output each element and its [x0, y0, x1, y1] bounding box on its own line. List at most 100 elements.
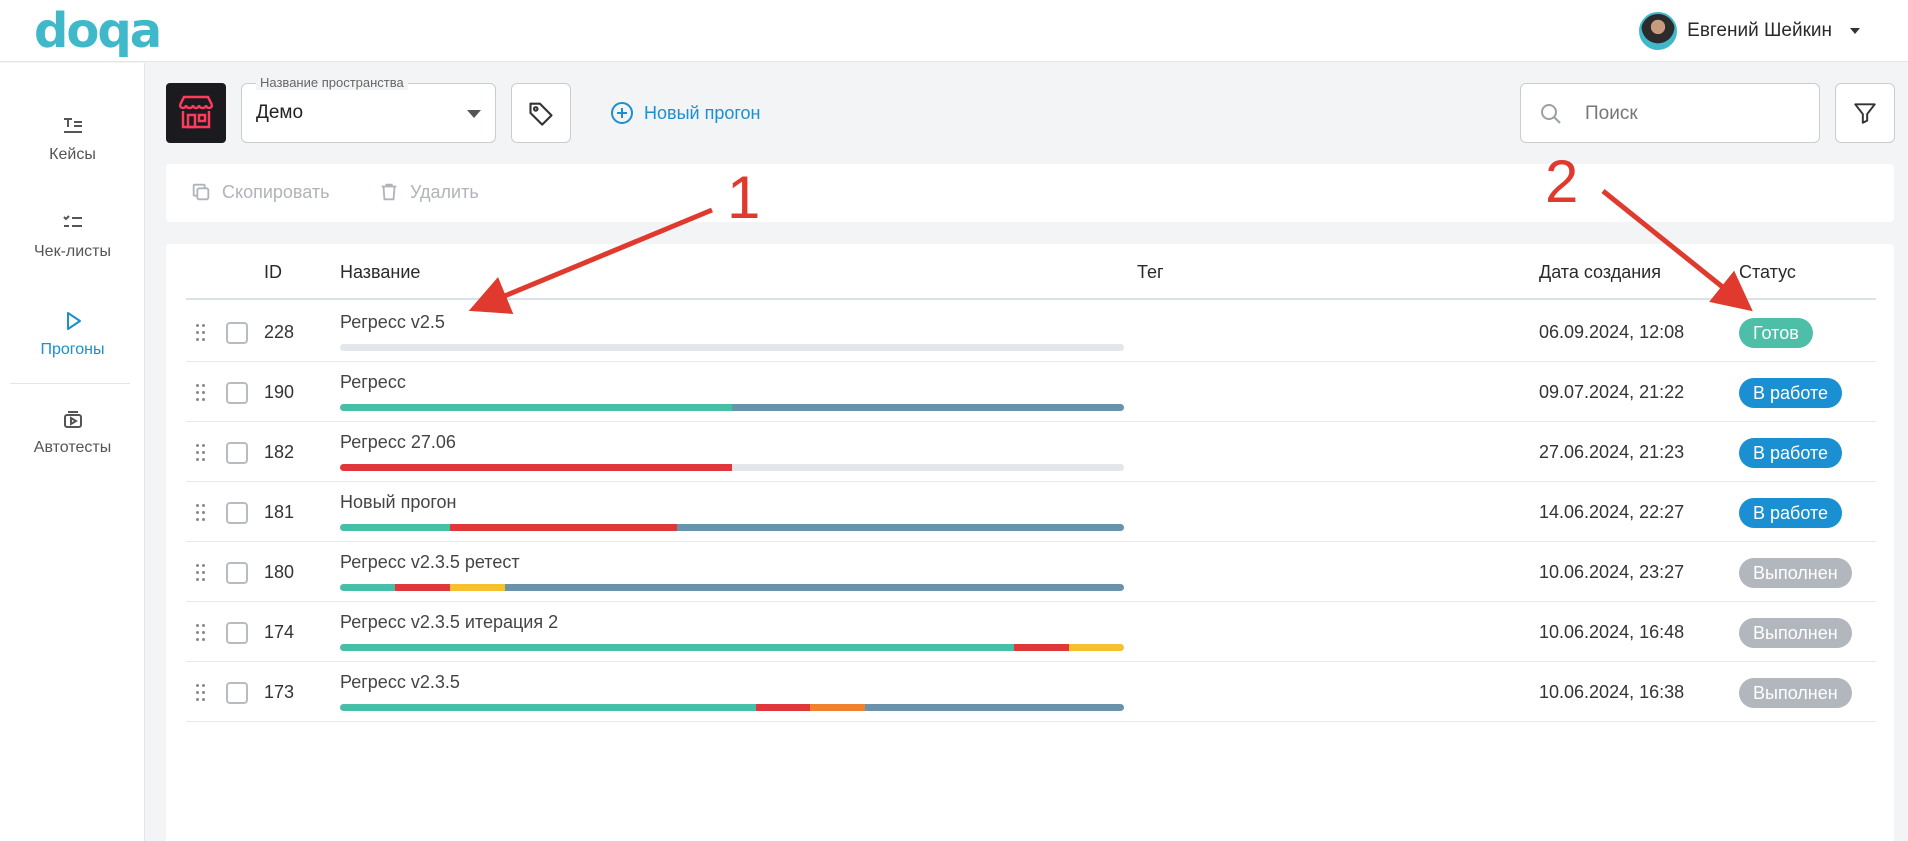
column-header-id[interactable]: ID: [264, 262, 282, 283]
run-created-date: 10.06.2024, 16:48: [1539, 622, 1685, 642]
user-name[interactable]: Евгений Шейкин: [1687, 20, 1832, 42]
user-menu[interactable]: Евгений Шейкин: [1639, 12, 1860, 50]
run-progress-bar: [340, 524, 1124, 531]
run-created-date: 14.06.2024, 22:27: [1539, 502, 1685, 522]
progress-segment: [810, 704, 866, 711]
row-checkbox[interactable]: [226, 562, 248, 584]
run-name[interactable]: Новый прогон: [340, 492, 456, 513]
row-checkbox[interactable]: [226, 442, 248, 464]
run-id: 174: [264, 622, 295, 642]
filter-button[interactable]: [1835, 83, 1895, 143]
copy-icon: [192, 183, 210, 201]
status-badge: В работе: [1739, 498, 1843, 528]
filter-icon: [1854, 103, 1876, 124]
space-select[interactable]: Название пространства Демо: [241, 75, 496, 143]
app-logo[interactable]: doqa: [34, 6, 162, 56]
row-checkbox[interactable]: [226, 322, 248, 344]
copy-button[interactable]: Скопировать: [190, 181, 330, 203]
run-name[interactable]: Регресс v2.3.5: [340, 672, 460, 693]
space-logo[interactable]: [166, 83, 226, 143]
column-header-tag[interactable]: Тег: [1137, 262, 1164, 283]
progress-segment: [504, 584, 1124, 591]
chevron-down-icon[interactable]: [1850, 28, 1860, 34]
progress-segment: [755, 704, 811, 711]
run-id: 173: [264, 682, 295, 702]
progress-segment: [732, 404, 1124, 411]
row-checkbox[interactable]: [226, 622, 248, 644]
run-id: 182: [264, 442, 295, 462]
run-name[interactable]: Регресс v2.3.5 итерация 2: [340, 612, 558, 633]
sidebar-item-label: Чек-листы: [34, 243, 111, 260]
search-input[interactable]: [1585, 98, 1805, 130]
space-select-label: Название пространства: [256, 75, 408, 90]
delete-label: Удалить: [410, 181, 479, 202]
status-badge: В работе: [1739, 378, 1843, 408]
search-box[interactable]: [1520, 83, 1820, 143]
drag-handle-icon[interactable]: [196, 384, 206, 402]
new-run-button[interactable]: Новый прогон: [610, 100, 760, 126]
annotation-label-2: 2: [1545, 148, 1579, 215]
status-badge: Выполнен: [1739, 558, 1852, 588]
table-row[interactable]: 228 Регресс v2.5 06.09.2024, 12:08 Готов: [186, 302, 1876, 362]
drag-handle-icon[interactable]: [196, 564, 206, 582]
run-name[interactable]: Регресс 27.06: [340, 432, 456, 453]
sidebar-item-autotests[interactable]: Автотесты: [0, 392, 145, 472]
sidebar-item-runs[interactable]: Прогоны: [0, 294, 145, 374]
run-created-date: 09.07.2024, 21:22: [1539, 382, 1685, 402]
progress-segment: [449, 524, 678, 531]
run-id: 180: [264, 562, 295, 582]
play-icon: [66, 312, 81, 330]
run-id: 190: [264, 382, 295, 402]
table-row[interactable]: 182 Регресс 27.06 27.06.2024, 21:23 В работ…: [186, 422, 1876, 482]
progress-segment: [394, 584, 450, 591]
sidebar-item-label: Прогоны: [40, 341, 105, 358]
column-header-status[interactable]: Статус: [1739, 262, 1796, 283]
row-checkbox[interactable]: [226, 502, 248, 524]
run-name[interactable]: Регресс v2.3.5 ретест: [340, 552, 520, 573]
progress-segment: [677, 524, 1124, 531]
sidebar-item-label: Автотесты: [33, 439, 112, 456]
copy-label: Скопировать: [222, 181, 330, 202]
sidebar: Кейсы Чек-листы Прогоны Автотесты: [0, 63, 145, 841]
run-name[interactable]: Регресс v2.5: [340, 312, 445, 333]
table-row[interactable]: 190 Регресс 09.07.2024, 21:22 В работе: [186, 362, 1876, 422]
sidebar-item-cases[interactable]: Кейсы: [0, 99, 145, 179]
run-progress-bar: [340, 344, 1124, 351]
run-progress-bar: [340, 404, 1124, 411]
drag-handle-icon[interactable]: [196, 624, 206, 642]
column-header-name[interactable]: Название: [340, 262, 420, 283]
run-name[interactable]: Регресс: [340, 372, 406, 393]
run-progress-bar: [340, 584, 1124, 591]
progress-segment: [1069, 644, 1124, 651]
delete-button[interactable]: Удалить: [378, 181, 479, 203]
sidebar-item-checklists[interactable]: Чек-листы: [0, 196, 145, 276]
progress-segment: [865, 704, 1124, 711]
run-id: 181: [264, 502, 295, 522]
table-row[interactable]: 173 Регресс v2.3.5 10.06.2024, 16:38 Выполн…: [186, 662, 1876, 722]
space-select-value: Демо: [256, 102, 304, 123]
run-progress-bar: [340, 644, 1124, 651]
tags-button[interactable]: [511, 83, 571, 143]
drag-handle-icon[interactable]: [196, 684, 206, 702]
status-badge: Выполнен: [1739, 618, 1852, 648]
progress-segment: [340, 644, 1015, 651]
run-created-date: 06.09.2024, 12:08: [1539, 322, 1685, 342]
progress-segment: [340, 404, 732, 411]
row-checkbox[interactable]: [226, 382, 248, 404]
column-header-created[interactable]: Дата создания: [1539, 262, 1661, 283]
avatar[interactable]: [1639, 12, 1678, 50]
drag-handle-icon[interactable]: [196, 504, 206, 522]
progress-segment: [449, 584, 505, 591]
progress-segment: [340, 464, 732, 471]
dropdown-arrow-icon[interactable]: [467, 110, 481, 118]
table-row[interactable]: 181 Новый прогон 14.06.2024, 22:27 В работе: [186, 482, 1876, 542]
plus-circle-icon: [611, 102, 633, 124]
run-progress-bar: [340, 704, 1124, 711]
drag-handle-icon[interactable]: [196, 324, 206, 342]
table-row[interactable]: 174 Регресс v2.3.5 итерация 2 10.06.2024, …: [186, 602, 1876, 662]
table-row[interactable]: 180 Регресс v2.3.5 ретест 10.06.2024, 23:2…: [186, 542, 1876, 602]
row-checkbox[interactable]: [226, 682, 248, 704]
annotation-label-1: 1: [727, 164, 761, 231]
drag-handle-icon[interactable]: [196, 444, 206, 462]
progress-segment: [340, 584, 395, 591]
